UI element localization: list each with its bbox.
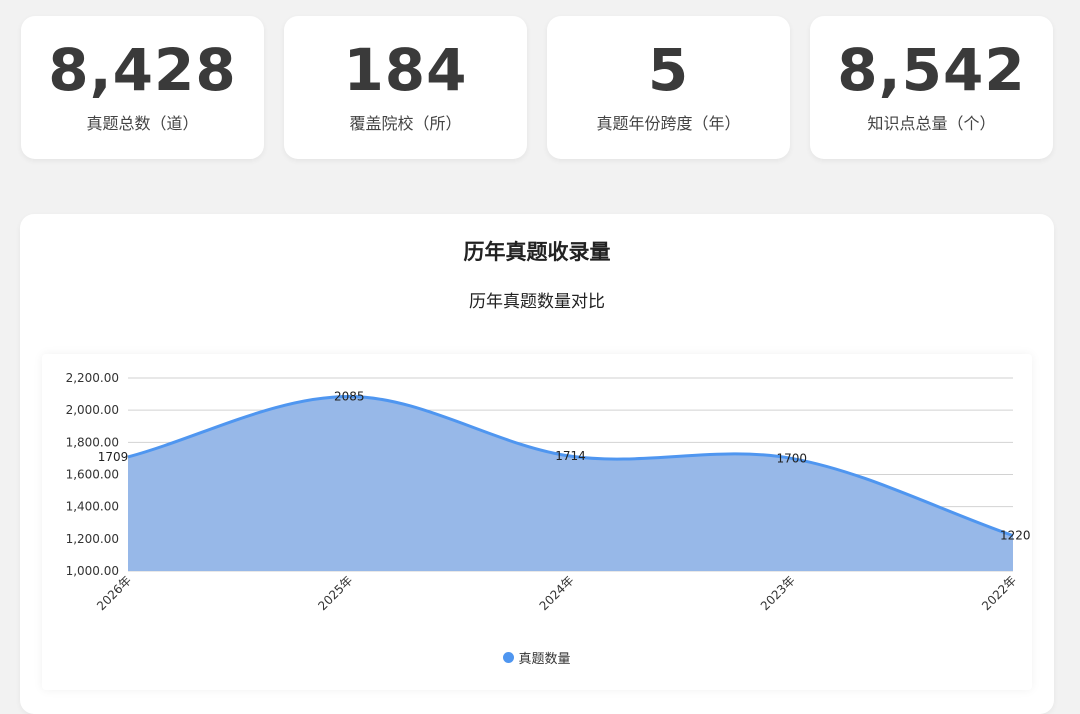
stats-row: 8,428 真题总数（道） 184 覆盖院校（所） 5 真题年份跨度（年） 8,… (21, 16, 1053, 159)
stat-label: 覆盖院校（所） (349, 114, 462, 133)
data-label: 1220 (1000, 529, 1031, 543)
stat-card-knowledge-points: 8,542 知识点总量（个） (810, 16, 1053, 159)
y-tick-label: 1,600.00 (66, 468, 119, 482)
chart-card: 历年真题收录量 历年真题数量对比 1,000.00 1,200.00 1,400.0… (20, 214, 1054, 714)
stat-card-total-questions: 8,428 真题总数（道） (21, 16, 264, 159)
stat-label: 真题年份跨度（年） (596, 114, 741, 133)
x-tick-label: 2022年 (979, 573, 1019, 613)
x-tick-label: 2026年 (94, 573, 134, 613)
chart-area: 1,000.00 1,200.00 1,400.00 1,600.00 1,800.00… (42, 354, 1032, 690)
y-tick-label: 1,400.00 (66, 500, 119, 514)
stat-value: 8,542 (837, 36, 1026, 104)
stat-label: 知识点总量（个） (867, 114, 996, 133)
data-label: 1700 (776, 451, 807, 465)
stat-card-schools: 184 覆盖院校（所） (284, 16, 527, 159)
chart-legend[interactable]: 真题数量 (20, 648, 1054, 667)
card-title: 历年真题收录量 (463, 240, 611, 264)
data-label: 1709 (98, 450, 129, 464)
x-tick-label: 2024年 (537, 573, 577, 613)
data-label: 2085 (334, 389, 365, 403)
y-tick-label: 1,000.00 (66, 564, 119, 578)
y-tick-label: 2,000.00 (66, 403, 119, 417)
chart-title: 历年真题数量对比 (469, 292, 605, 312)
data-label: 1714 (555, 449, 586, 463)
legend-label: 真题数量 (518, 652, 571, 667)
stat-label: 真题总数（道） (86, 114, 199, 133)
y-tick-label: 1,800.00 (66, 435, 119, 449)
y-tick-label: 2,200.00 (66, 371, 119, 385)
legend-swatch-icon (503, 652, 515, 663)
stat-card-year-span: 5 真题年份跨度（年） (547, 16, 790, 159)
x-tick-label: 2025年 (315, 573, 355, 613)
stat-value: 8,428 (48, 36, 237, 104)
stat-value: 5 (647, 36, 690, 104)
stat-value: 184 (343, 36, 468, 104)
x-tick-label: 2023年 (758, 573, 798, 613)
area-chart: 1,000.00 1,200.00 1,400.00 1,600.00 1,800.00… (66, 371, 1031, 613)
y-tick-label: 1,200.00 (66, 532, 119, 546)
